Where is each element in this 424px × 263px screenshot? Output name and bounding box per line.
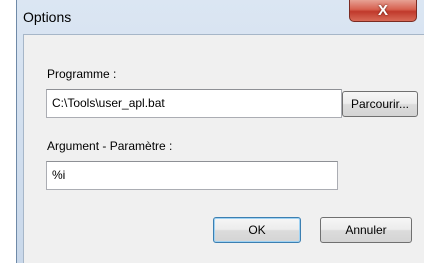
cancel-button[interactable]: Annuler: [320, 217, 412, 243]
title-bar[interactable]: Options X: [17, 0, 424, 34]
program-path-input[interactable]: C:\Tools\user_apl.bat: [46, 89, 342, 118]
options-dialog: Options X Programme : C:\Tools\user_apl.…: [16, 0, 424, 263]
argument-label: Argument - Paramètre :: [47, 139, 173, 153]
dialog-body: Programme : C:\Tools\user_apl.bat Parcou…: [23, 34, 424, 263]
close-button[interactable]: X: [349, 0, 417, 22]
cancel-button-label: Annuler: [345, 223, 387, 237]
browse-button[interactable]: Parcourir...: [342, 91, 418, 117]
program-label: Programme :: [47, 67, 117, 81]
ok-button[interactable]: OK: [213, 217, 301, 243]
ok-button-label: OK: [248, 223, 266, 237]
browse-button-label: Parcourir...: [350, 97, 410, 111]
dialog-title: Options: [23, 9, 72, 25]
argument-value: %i: [52, 168, 66, 182]
program-path-value: C:\Tools\user_apl.bat: [52, 96, 165, 110]
argument-input[interactable]: %i: [46, 161, 338, 190]
close-icon: X: [377, 2, 388, 19]
